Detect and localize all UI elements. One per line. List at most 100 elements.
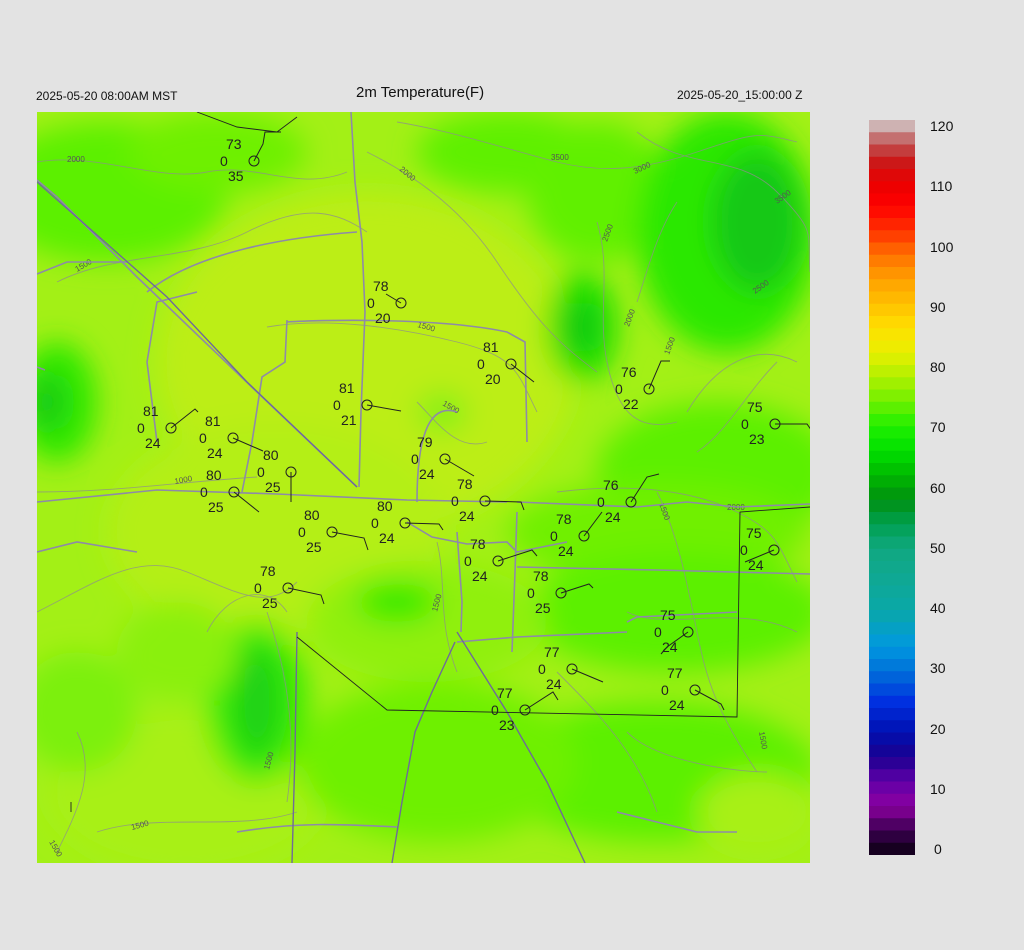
color-scale-band [869,291,915,305]
local-time-label: 2025-05-20 08:00AM MST [36,89,178,103]
station-dewpoint: 25 [208,499,224,515]
station-zero: 0 [491,702,499,718]
station-dewpoint: 24 [748,557,764,573]
station-dewpoint: 25 [265,479,281,495]
station-zero: 0 [538,661,546,677]
station-dewpoint: 23 [499,717,515,733]
color-scale-band [869,573,915,587]
station-dewpoint: 24 [145,435,161,451]
color-scale-band [869,267,915,280]
color-scale-label: 110 [930,178,953,195]
station-zero: 0 [257,464,265,480]
color-scale-label: 50 [930,539,946,556]
station-zero: 0 [615,381,623,397]
color-scale-band [869,156,915,170]
color-scale-band [869,744,915,758]
station-temperature: 80 [263,447,279,463]
color-scale-band [869,181,915,195]
station-zero: 0 [298,524,306,540]
color-scale-band [869,720,915,734]
color-scale-band [869,769,915,783]
station-dewpoint: 24 [546,676,562,692]
station-temperature: 77 [544,644,560,660]
color-scale-band [869,818,915,832]
station-zero: 0 [411,451,419,467]
color-scale-label: 70 [930,419,946,436]
station-dewpoint: 24 [472,568,488,584]
station-temperature: 81 [339,380,355,396]
station-zero: 0 [220,153,228,169]
station-zero: 0 [477,356,485,372]
station-temperature: 80 [377,498,393,514]
color-scale-band [869,254,915,268]
color-scale-band [869,548,915,562]
station-dewpoint: 24 [605,509,621,525]
color-scale-band [869,524,915,538]
station-temperature: 76 [603,477,619,493]
station-dewpoint: 23 [749,431,765,447]
station-dewpoint: 24 [669,697,685,713]
station-dewpoint: 24 [419,466,435,482]
station-temperature: 75 [747,399,763,415]
station-temperature: 79 [417,434,433,450]
station-temperature: 78 [533,568,549,584]
color-scale-band [869,389,915,403]
color-scale-band [869,426,915,440]
station-zero: 0 [371,515,379,531]
station-dewpoint: 25 [535,600,551,616]
station-zero: 0 [137,420,145,436]
station-zero: 0 [367,295,375,311]
station-temperature: 73 [226,136,242,152]
color-scale-band [869,328,915,342]
color-scale-label: 120 [930,118,954,134]
color-scale-band [869,622,915,636]
station-temperature: 77 [667,665,683,681]
station-temperature: 81 [483,339,499,355]
color-scale-band [869,732,915,746]
map-title: 2m Temperature(F) [356,84,485,101]
color-scale-band [869,695,915,709]
color-scale-band [869,475,915,489]
temperature-map: 2000 2000 1500 1500 1500 1000 3500 3000 … [37,112,810,863]
station-zero: 0 [661,682,669,698]
color-scale-label: 30 [930,660,946,677]
color-scale-band [869,487,915,501]
station-dewpoint: 24 [662,639,678,655]
color-scale-band [869,377,915,391]
utc-time-label: 2025-05-20_15:00:00 Z [677,88,803,102]
station-zero: 0 [254,580,262,596]
color-scale-band [869,120,915,133]
station-dewpoint: 22 [623,396,639,412]
color-scale-label: 40 [930,600,946,616]
color-scale-band [869,634,915,648]
station-dewpoint: 35 [228,168,244,184]
color-scale-band [869,303,915,317]
station-dewpoint: 24 [558,543,574,559]
color-scale-bar [869,120,915,856]
color-scale-label: 0 [934,841,942,857]
color-scale-band [869,683,915,697]
station-zero: 0 [740,542,748,558]
color-scale-band [869,450,915,464]
color-scale-band [869,463,915,476]
color-scale-band [869,830,915,844]
station-temperature: 78 [470,536,486,552]
station-dewpoint: 25 [262,595,278,611]
color-scale-band [869,218,915,231]
station-temperature: 75 [660,607,676,623]
color-scale-band [869,169,915,182]
color-scale-band [869,316,915,329]
color-scale-band [869,512,915,525]
station-temperature: 78 [373,278,389,294]
station-temperature: 75 [746,525,762,541]
color-scale-band [869,646,915,660]
color-scale-label: 100 [930,238,954,255]
color-scale-band [869,438,915,452]
station-zero: 0 [200,484,208,500]
color-scale-band [869,193,915,207]
color-scale-band [869,793,915,807]
color-scale-label: 90 [930,298,946,315]
color-scale-band [869,597,915,611]
station-dewpoint: 20 [375,310,391,326]
station-dewpoint: 24 [379,530,395,546]
